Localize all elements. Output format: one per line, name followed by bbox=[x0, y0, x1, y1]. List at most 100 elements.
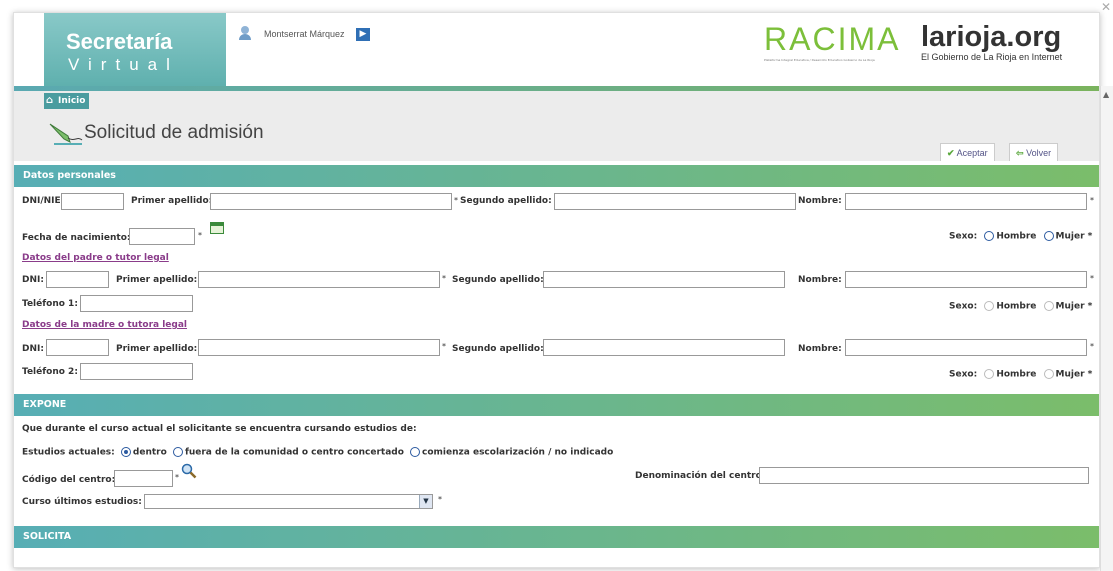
estudios-fuera-radio[interactable] bbox=[172, 447, 183, 457]
padre-mujer-label: Mujer bbox=[1055, 301, 1085, 312]
back-button[interactable]: ⇦ Volver bbox=[1009, 143, 1059, 161]
estudios-fuera-label: fuera de la comunidad o centro concertad… bbox=[184, 447, 404, 458]
close-icon[interactable]: ✕ bbox=[1101, 0, 1111, 14]
brand-line1: Secretaría bbox=[66, 29, 173, 54]
required-mark: * bbox=[442, 342, 446, 351]
home-icon: ⌂ bbox=[46, 95, 54, 106]
primer-apellido-input[interactable] bbox=[210, 193, 452, 210]
madre-nombre-input[interactable] bbox=[845, 339, 1087, 356]
arrow-left-icon: ⇦ bbox=[1016, 148, 1024, 158]
required-mark: * bbox=[438, 495, 442, 504]
madre-sexo-group: Sexo: Hombre Mujer * bbox=[949, 369, 1093, 380]
search-icon[interactable] bbox=[181, 463, 197, 479]
torn-edge bbox=[14, 556, 1099, 567]
codigo-centro-input[interactable] bbox=[114, 470, 173, 487]
padre-sexo-group: Sexo: Hombre Mujer * bbox=[949, 301, 1093, 312]
datos-madre-link[interactable]: Datos de la madre o tutora legal bbox=[22, 320, 187, 330]
dni-input[interactable] bbox=[61, 193, 124, 210]
required-mark: * bbox=[1090, 274, 1094, 283]
madre-telefono-label: Teléfono 2: bbox=[22, 367, 78, 377]
user-icon bbox=[239, 26, 251, 40]
required-mark: * bbox=[1090, 196, 1094, 205]
curso-ultimos-label: Curso últimos estudios: bbox=[22, 497, 142, 507]
madre-dni-input[interactable] bbox=[46, 339, 109, 356]
racima-tagline: Plataforma Integral Educativa / Desarrol… bbox=[764, 58, 875, 62]
madre-dni-label: DNI: bbox=[22, 344, 44, 354]
home-link[interactable]: ⌂ Inicio bbox=[44, 93, 90, 109]
padre-dni-label: DNI: bbox=[22, 275, 44, 285]
accept-label: Aceptar bbox=[956, 148, 988, 158]
required-mark: * bbox=[198, 231, 202, 240]
padre-primer-apellido-input[interactable] bbox=[198, 271, 440, 288]
browser-window: Secretaría Virtual Montserrat Márquez ▶ … bbox=[13, 12, 1100, 568]
screen: Secretaría Virtual Montserrat Márquez ▶ … bbox=[0, 0, 1113, 571]
padre-sexo-mujer-radio[interactable] bbox=[1043, 301, 1054, 311]
logout-button[interactable]: ▶ bbox=[356, 28, 370, 41]
expone-statement: Que durante el curso actual el solicitan… bbox=[22, 424, 417, 434]
larioja-org-logo[interactable]: larioja.org El Gobierno de La Rioja en I… bbox=[921, 21, 1099, 62]
secretaria-virtual-logo[interactable]: Secretaría Virtual bbox=[44, 13, 226, 86]
padre-hombre-label: Hombre bbox=[996, 301, 1037, 312]
nombre-input[interactable] bbox=[845, 193, 1087, 210]
datos-padre-link[interactable]: Datos del padre o tutor legal bbox=[22, 253, 169, 263]
racima-logo-text: RACIMA bbox=[764, 21, 901, 57]
scroll-up-icon[interactable]: ▲ bbox=[1103, 90, 1109, 99]
pen-icon bbox=[49, 123, 83, 145]
nombre-label: Nombre: bbox=[798, 196, 842, 206]
dni-label: DNI/NIE: bbox=[22, 196, 65, 206]
madre-sexo-label: Sexo: bbox=[949, 369, 978, 380]
madre-telefono-input[interactable] bbox=[80, 363, 193, 380]
user-name: Montserrat Márquez bbox=[264, 29, 345, 39]
estudios-actuales-group: Estudios actuales: dentro fuera de la co… bbox=[22, 447, 613, 458]
denominacion-centro-label: Denominación del centro: bbox=[635, 471, 766, 481]
sexo-hombre-radio[interactable] bbox=[984, 231, 995, 241]
madre-sexo-hombre-radio[interactable] bbox=[984, 369, 995, 379]
padre-telefono-input[interactable] bbox=[80, 295, 193, 312]
codigo-centro-label: Código del centro: bbox=[22, 475, 116, 485]
padre-segundo-apellido-label: Segundo apellido: bbox=[452, 275, 544, 285]
madre-segundo-apellido-input[interactable] bbox=[543, 339, 785, 356]
sexo-group: Sexo: Hombre Mujer * bbox=[949, 231, 1093, 242]
denominacion-centro-input[interactable] bbox=[759, 467, 1089, 484]
segundo-apellido-input[interactable] bbox=[554, 193, 796, 210]
padre-segundo-apellido-input[interactable] bbox=[543, 271, 785, 288]
calendar-icon[interactable] bbox=[210, 222, 224, 234]
estudios-dentro-radio[interactable] bbox=[120, 447, 131, 457]
check-icon: ✔ bbox=[947, 148, 955, 158]
madre-mujer-label: Mujer bbox=[1055, 369, 1085, 380]
required-mark: * bbox=[454, 196, 458, 205]
padre-nombre-input[interactable] bbox=[845, 271, 1087, 288]
mujer-label: Mujer bbox=[1055, 231, 1085, 242]
title-bar: ⌂ Inicio Solicitud de admisión ✔ Aceptar … bbox=[14, 91, 1099, 161]
padre-sexo-label: Sexo: bbox=[949, 301, 978, 312]
fecha-nacimiento-label: Fecha de nacimiento: bbox=[22, 233, 131, 243]
sexo-mujer-radio[interactable] bbox=[1043, 231, 1054, 241]
segundo-apellido-label: Segundo apellido: bbox=[460, 196, 552, 206]
required-mark: * bbox=[1090, 342, 1094, 351]
madre-hombre-label: Hombre bbox=[996, 369, 1037, 380]
accept-button[interactable]: ✔ Aceptar bbox=[940, 143, 995, 161]
back-label: Volver bbox=[1026, 148, 1052, 158]
required-mark: * bbox=[175, 473, 179, 482]
fecha-nacimiento-input[interactable] bbox=[129, 228, 195, 245]
padre-nombre-label: Nombre: bbox=[798, 275, 842, 285]
padre-dni-input[interactable] bbox=[46, 271, 109, 288]
larioja-logo-text: larioja.org bbox=[921, 21, 1062, 53]
madre-primer-apellido-input[interactable] bbox=[198, 339, 440, 356]
madre-sexo-mujer-radio[interactable] bbox=[1043, 369, 1054, 379]
curso-ultimos-select[interactable]: ▼ bbox=[144, 494, 433, 509]
estudios-actuales-label: Estudios actuales: bbox=[22, 447, 115, 458]
padre-sexo-hombre-radio[interactable] bbox=[984, 301, 995, 311]
estudios-comienza-radio[interactable] bbox=[410, 447, 421, 457]
madre-nombre-label: Nombre: bbox=[798, 344, 842, 354]
vertical-scrollbar[interactable]: ▲ bbox=[1100, 86, 1113, 571]
primer-apellido-label: Primer apellido: bbox=[131, 196, 213, 206]
racima-logo[interactable]: RACIMA Plataforma Integral Educativa / D… bbox=[764, 21, 904, 71]
section-datos-personales: Datos personales bbox=[14, 165, 1099, 187]
madre-segundo-apellido-label: Segundo apellido: bbox=[452, 344, 544, 354]
sexo-label: Sexo: bbox=[949, 231, 978, 242]
hombre-label: Hombre bbox=[996, 231, 1037, 242]
page-title: Solicitud de admisión bbox=[84, 122, 264, 143]
home-label: Inicio bbox=[58, 96, 86, 106]
padre-primer-apellido-label: Primer apellido: bbox=[116, 275, 198, 285]
